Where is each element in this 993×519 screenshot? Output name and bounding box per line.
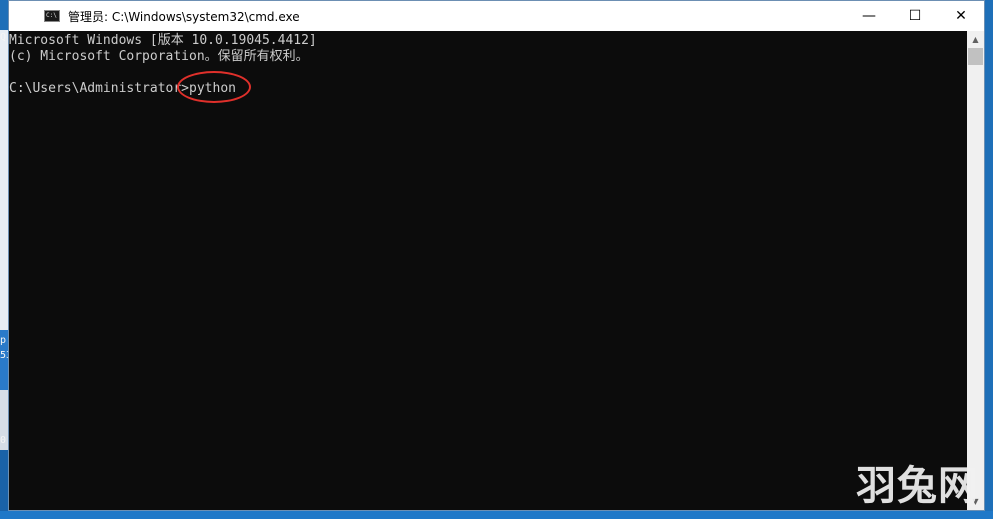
- command-wrap: python: [177, 71, 252, 103]
- console-prompt: C:\Users\Administrator>: [9, 81, 190, 96]
- background-text-fragment: 0: [0, 435, 7, 446]
- scroll-up-arrow-icon[interactable]: ▲: [967, 31, 984, 48]
- console-line: Microsoft Windows [版本 10.0.19045.4412]: [9, 33, 317, 48]
- background-text-fragment: p: [0, 335, 7, 346]
- console-line: (c) Microsoft Corporation。保留所有权利。: [9, 49, 309, 64]
- window-title: 管理员: C:\Windows\system32\cmd.exe: [68, 9, 300, 24]
- title-bar[interactable]: C:\ 管理员: C:\Windows\system32\cmd.exe — ☐…: [9, 1, 984, 31]
- vertical-scrollbar[interactable]: ▲ ▼: [967, 31, 984, 510]
- cmd-window[interactable]: C:\ 管理员: C:\Windows\system32\cmd.exe — ☐…: [8, 0, 985, 511]
- maximize-button[interactable]: ☐: [892, 1, 938, 31]
- desktop-background: [0, 511, 993, 519]
- console-output[interactable]: Microsoft Windows [版本 10.0.19045.4412] (…: [9, 31, 969, 510]
- window-controls: — ☐ ✕: [846, 1, 984, 31]
- close-button[interactable]: ✕: [938, 1, 984, 31]
- highlight-circle-annotation: [177, 71, 252, 103]
- watermark-logo: 羽兔网: [856, 463, 979, 509]
- cmd-icon: C:\: [44, 10, 60, 22]
- scroll-thumb[interactable]: [968, 48, 983, 65]
- minimize-button[interactable]: —: [846, 1, 892, 31]
- console-prompt-line: C:\Users\Administrator>python: [9, 71, 969, 103]
- background-text-fragment: Q: [0, 32, 7, 43]
